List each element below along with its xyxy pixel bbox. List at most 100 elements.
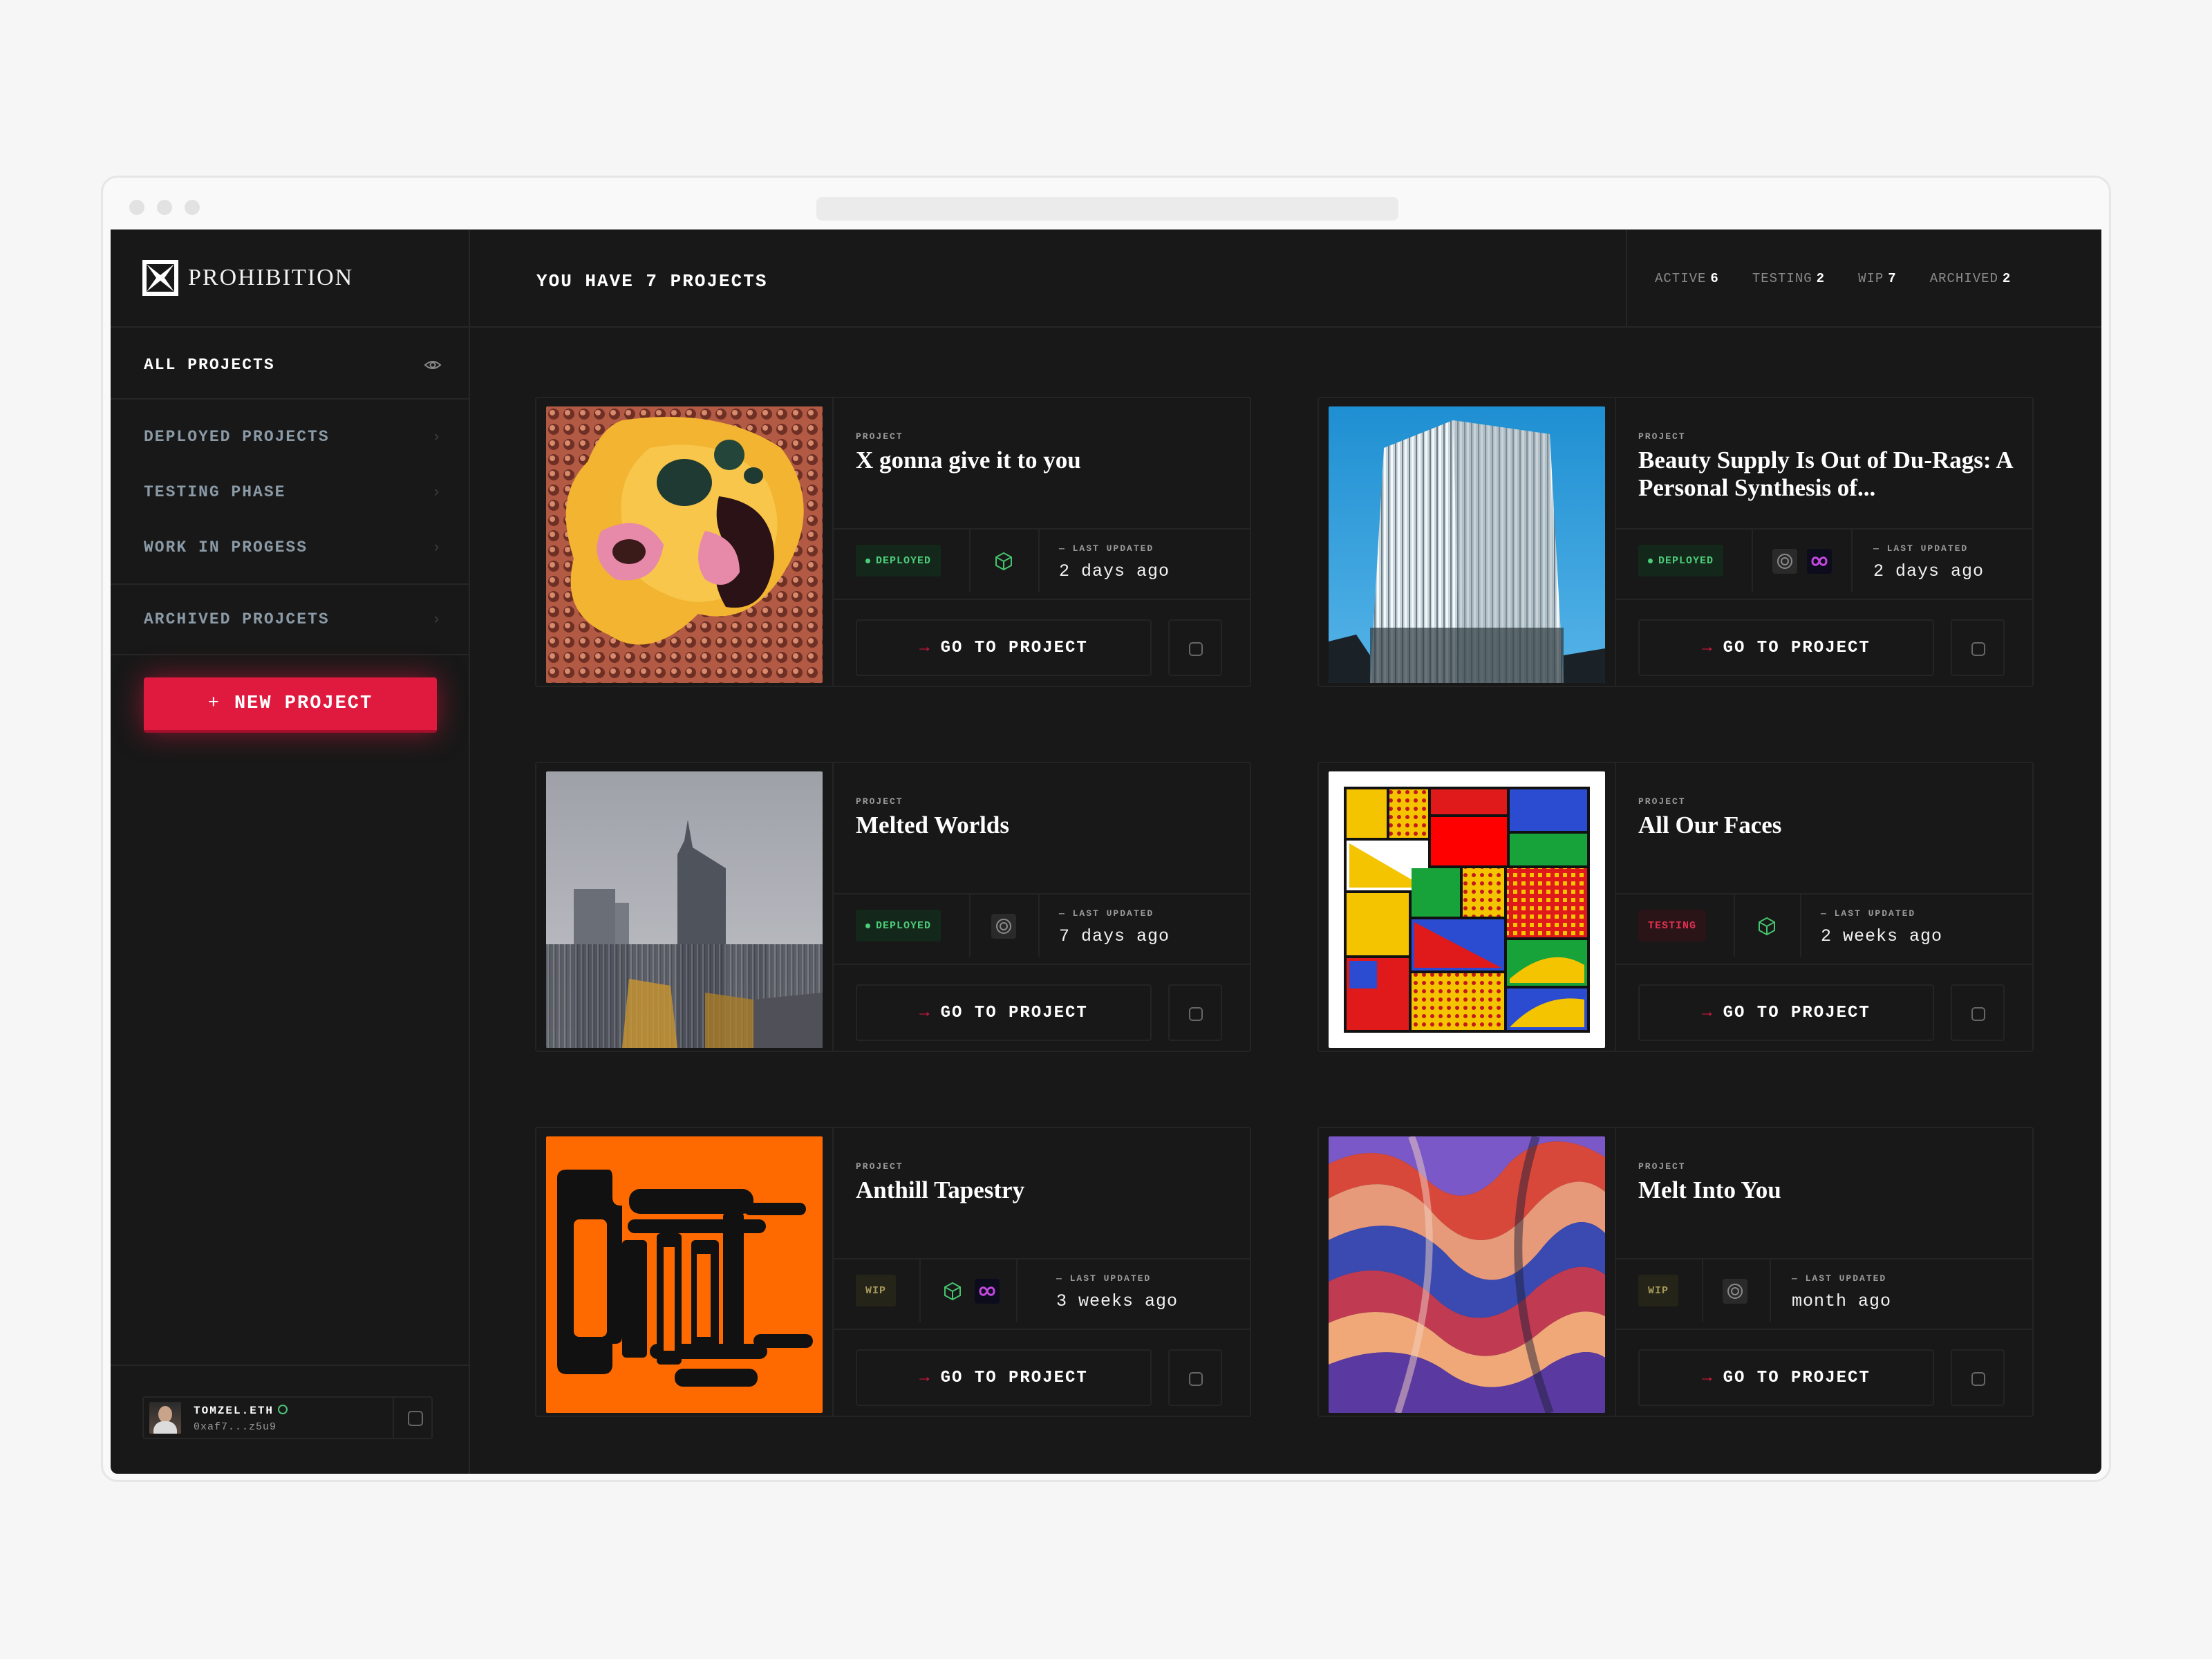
project-thumbnail[interactable] [1329, 771, 1605, 1048]
status-badge: DEPLOYED [856, 545, 941, 577]
stat-testing[interactable]: TESTING 2 [1752, 271, 1825, 286]
square-icon [1189, 642, 1203, 656]
more-options-button[interactable] [1951, 984, 2005, 1041]
project-title[interactable]: All Our Faces [1638, 812, 2025, 839]
project-card: PROJECT All Our Faces TESTING — LAST UPD… [1318, 762, 2034, 1052]
sidebar-item-archived[interactable]: ARCHIVED PROJCETS › [144, 606, 442, 633]
sidebar-item-label: ARCHIVED PROJCETS [144, 610, 330, 628]
project-thumbnail[interactable] [1329, 1136, 1605, 1413]
divider [111, 583, 470, 585]
divider [111, 654, 470, 655]
user-card[interactable]: TOMZEL.ETH 0xaf7...z5u9 [142, 1396, 433, 1439]
more-options-button[interactable] [1951, 619, 2005, 676]
chevron-right-icon: › [431, 610, 442, 628]
status-badge: WIP [1638, 1275, 1679, 1306]
go-to-project-button[interactable]: → GO TO PROJECT [856, 619, 1152, 676]
brand-logo[interactable]: PROHIBITION [142, 260, 353, 296]
project-title[interactable]: Melt Into You [1638, 1177, 2025, 1204]
project-info: PROJECT X gonna give it to you DEPLOYED … [832, 398, 1250, 686]
go-to-project-button[interactable]: → GO TO PROJECT [1638, 1349, 1934, 1406]
project-info: PROJECT Beauty Supply Is Out of Du-Rags:… [1615, 398, 2032, 686]
cube-icon [940, 1279, 965, 1304]
last-updated-value: 2 weeks ago [1821, 926, 1943, 946]
project-info: PROJECT Anthill Tapestry WIP — LAST UPDA… [832, 1128, 1250, 1416]
square-icon [1971, 1007, 1985, 1021]
page-title: YOU HAVE 7 PROJECTS [536, 271, 768, 292]
ring-icon [991, 914, 1016, 939]
cube-icon [991, 549, 1016, 574]
cube-icon [1754, 914, 1779, 939]
more-options-button[interactable] [1168, 1349, 1222, 1406]
project-thumbnail[interactable] [546, 406, 823, 683]
last-updated-label: — LAST UPDATED [1056, 1273, 1152, 1284]
new-project-button[interactable]: + NEW PROJECT [144, 677, 437, 733]
new-project-label: NEW PROJECT [234, 693, 373, 714]
avatar [149, 1402, 181, 1434]
last-updated-label: — LAST UPDATED [1821, 908, 1916, 919]
chevron-right-icon: › [431, 428, 442, 446]
arrow-right-icon: → [1702, 638, 1714, 657]
prohibition-logo-icon [142, 260, 178, 296]
sidebar-item-wip[interactable]: WORK IN PROGESS › [144, 534, 442, 561]
sidebar-item-testing[interactable]: TESTING PHASE › [144, 478, 442, 506]
project-stats: ACTIVE 6 TESTING 2 WIP 7 ARCHIVED 2 [1655, 271, 2011, 286]
arrow-right-icon: → [919, 1368, 931, 1387]
project-title[interactable]: Melted Worlds [856, 812, 1243, 839]
ring-icon [1723, 1279, 1747, 1304]
wallet-address: 0xaf7...z5u9 [194, 1421, 277, 1433]
last-updated-value: 2 days ago [1873, 561, 1985, 581]
last-updated-label: — LAST UPDATED [1059, 908, 1154, 919]
arrow-right-icon: → [919, 1003, 931, 1022]
status-badge: DEPLOYED [856, 910, 941, 941]
project-card: PROJECT Melted Worlds DEPLOYED — LAST UP… [535, 762, 1251, 1052]
project-title[interactable]: Beauty Supply Is Out of Du-Rags: A Perso… [1638, 447, 2025, 502]
ring-icon [1772, 549, 1797, 574]
eye-icon[interactable] [423, 355, 442, 375]
project-thumbnail[interactable] [546, 771, 823, 1048]
last-updated-value: 2 days ago [1059, 561, 1170, 581]
url-bar[interactable] [816, 197, 1398, 221]
sidebar-item-label: WORK IN PROGESS [144, 538, 308, 556]
status-badge: TESTING [1638, 910, 1707, 941]
user-name: TOMZEL.ETH [194, 1405, 288, 1417]
window-minimize-dot[interactable] [157, 200, 172, 215]
project-title[interactable]: Anthill Tapestry [856, 1177, 1243, 1204]
stat-wip[interactable]: WIP 7 [1858, 271, 1897, 286]
divider [111, 1365, 470, 1366]
more-options-button[interactable] [1168, 984, 1222, 1041]
stat-archived[interactable]: ARCHIVED 2 [1930, 271, 2012, 286]
sidebar-item-label: ALL PROJECTS [144, 356, 275, 374]
window-maximize-dot[interactable] [185, 200, 200, 215]
arrow-right-icon: → [919, 638, 931, 657]
sidebar-item-all-projects[interactable]: ALL PROJECTS [144, 351, 442, 379]
stat-active[interactable]: ACTIVE 6 [1655, 271, 1719, 286]
brand-name: PROHIBITION [188, 265, 354, 290]
go-to-project-button[interactable]: → GO TO PROJECT [856, 1349, 1152, 1406]
app-window: PROHIBITION ALL PROJECTS DEPLOYED PROJEC… [111, 229, 2101, 1474]
sidebar: PROHIBITION ALL PROJECTS DEPLOYED PROJEC… [111, 229, 470, 1474]
project-label: PROJECT [1638, 1161, 1686, 1172]
project-thumbnail[interactable] [546, 1136, 823, 1413]
project-title[interactable]: X gonna give it to you [856, 447, 1243, 474]
project-label: PROJECT [856, 1161, 903, 1172]
project-info: PROJECT Melt Into You WIP — LAST UPDATED… [1615, 1128, 2032, 1416]
more-options-button[interactable] [1168, 619, 1222, 676]
project-label: PROJECT [856, 796, 903, 807]
last-updated-value: month ago [1792, 1291, 1892, 1311]
go-to-project-button[interactable]: → GO TO PROJECT [1638, 984, 1934, 1041]
status-badge: DEPLOYED [1638, 545, 1724, 577]
project-card: PROJECT Beauty Supply Is Out of Du-Rags:… [1318, 397, 2034, 687]
project-info: PROJECT All Our Faces TESTING — LAST UPD… [1615, 763, 2032, 1051]
infinity-icon [1807, 549, 1832, 574]
user-menu-icon[interactable] [408, 1411, 423, 1426]
sidebar-item-deployed[interactable]: DEPLOYED PROJECTS › [144, 423, 442, 451]
more-options-button[interactable] [1951, 1349, 2005, 1406]
square-icon [1971, 642, 1985, 656]
project-thumbnail[interactable] [1329, 406, 1605, 683]
go-to-project-button[interactable]: → GO TO PROJECT [1638, 619, 1934, 676]
arrow-right-icon: → [1702, 1368, 1714, 1387]
arrow-right-icon: → [1702, 1003, 1714, 1022]
last-updated-value: 7 days ago [1059, 926, 1170, 946]
window-close-dot[interactable] [129, 200, 144, 215]
go-to-project-button[interactable]: → GO TO PROJECT [856, 984, 1152, 1041]
